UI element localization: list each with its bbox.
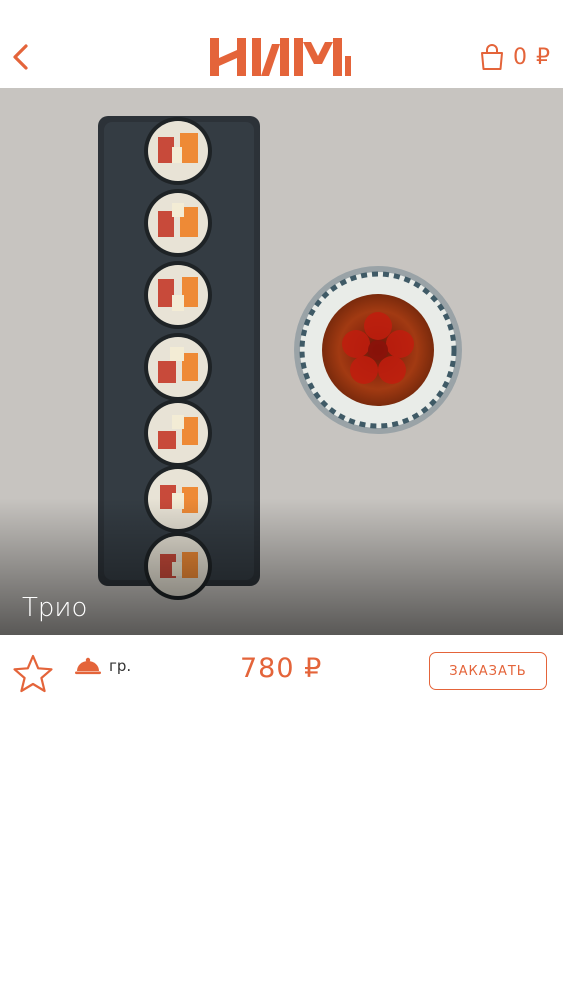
product-actions-bar: гр. 780 ₽ ЗАКАЗАТЬ [0, 635, 563, 710]
product-price: 780 ₽ [240, 653, 323, 684]
cloche-icon [75, 657, 101, 675]
back-button[interactable] [8, 40, 36, 76]
order-button[interactable]: ЗАКАЗАТЬ [429, 652, 547, 690]
product-name: Трио [22, 593, 88, 623]
weight-unit: гр. [109, 657, 132, 675]
cart-total: 0 ₽ [513, 44, 551, 70]
product-weight: гр. [74, 656, 131, 676]
favorite-button[interactable] [12, 653, 54, 695]
star-icon [13, 654, 53, 693]
shopping-bag-icon [481, 44, 503, 70]
chevron-left-icon [13, 44, 28, 70]
product-photo: Трио [0, 88, 563, 635]
cart-button[interactable]: 0 ₽ [479, 42, 551, 72]
app-header: 0 ₽ [0, 0, 563, 88]
brand-logo [210, 38, 351, 76]
